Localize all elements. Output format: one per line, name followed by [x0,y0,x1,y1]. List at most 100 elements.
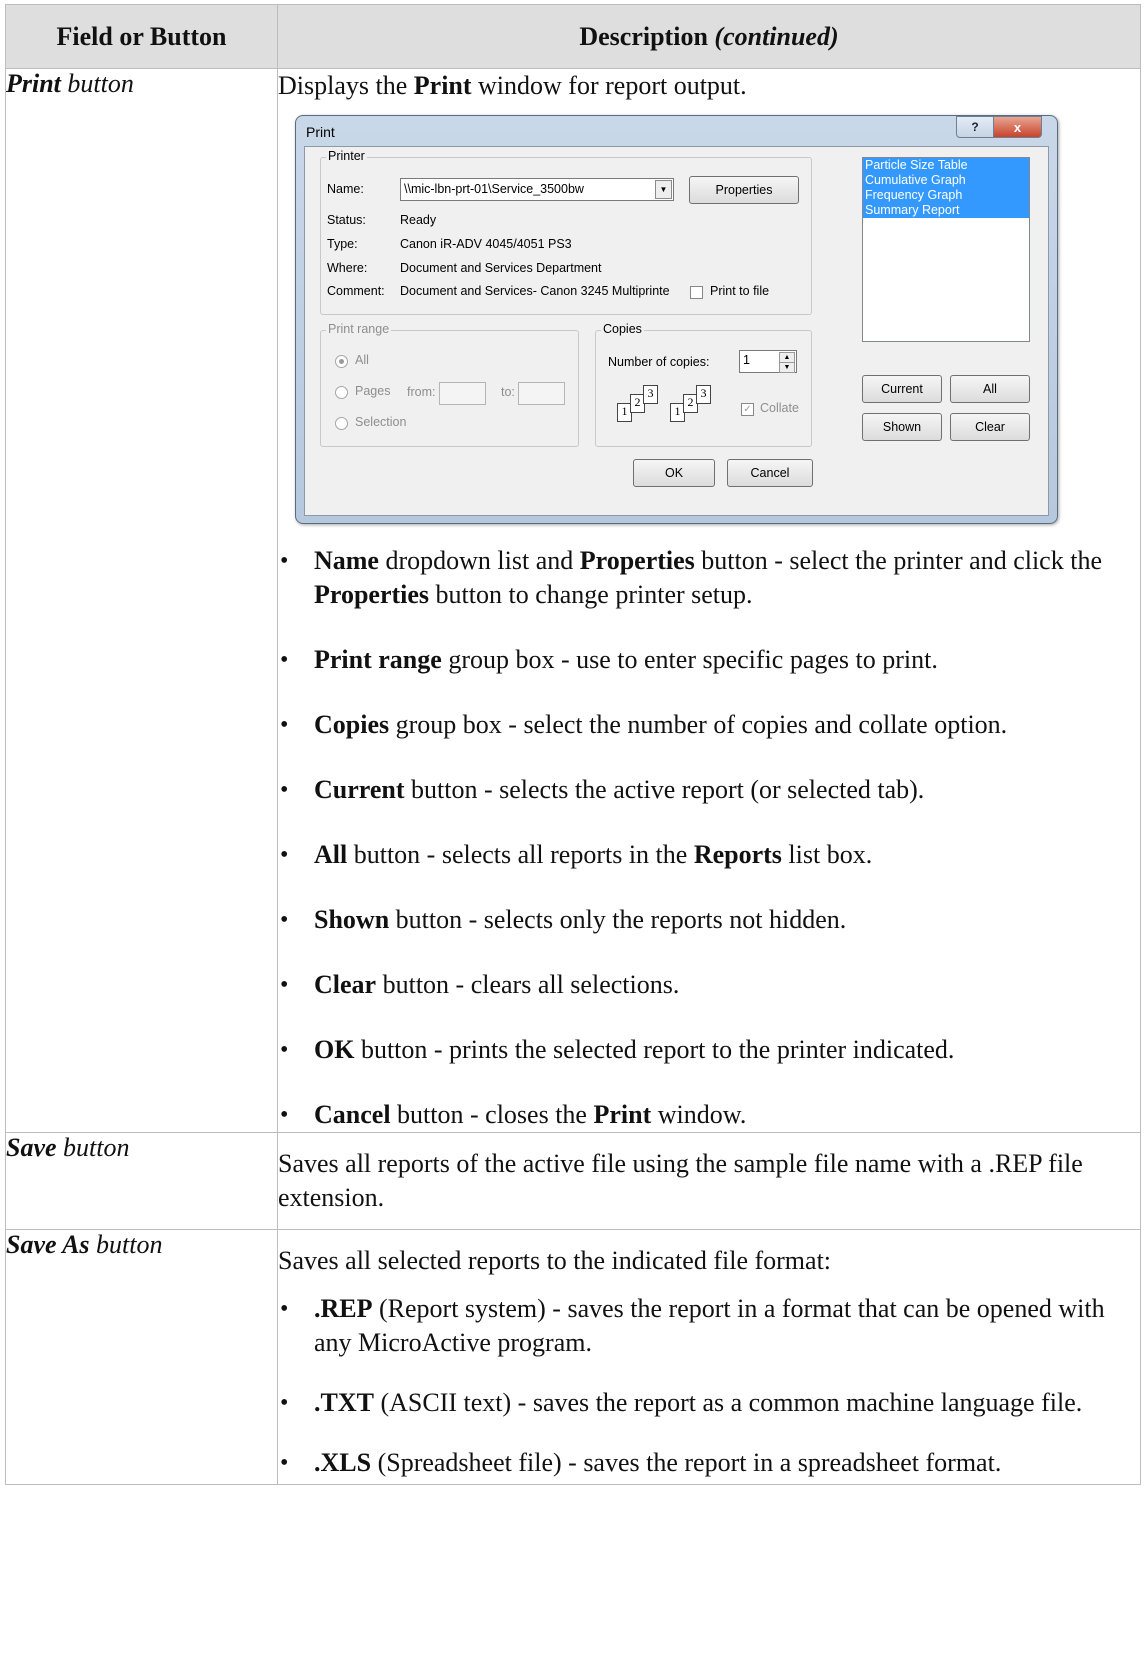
row-save-as: Save As button Saves all selected report… [5,1229,1141,1485]
list-item: Clear button - clears all selections. [278,968,1140,1002]
item-text: button - prints the selected report to t… [354,1035,955,1064]
row-save: Save button Saves all reports of the act… [5,1132,1141,1230]
bold-term: .XLS [314,1448,372,1477]
name-label: Name: [327,182,364,196]
collate-checkbox[interactable]: ✓ [741,403,754,416]
list-item: .REP (Report system) - saves the report … [278,1292,1140,1360]
comment-label: Comment: [327,284,385,298]
bold-term: Current [314,775,405,804]
copies-value: 1 [743,353,750,367]
bold-term: .REP [314,1294,373,1323]
printer-name-dropdown[interactable]: \\mic-lbn-prt-01\Service_3500bw ▼ [400,178,674,201]
dialog-client: Printer Name: \\mic-lbn-prt-01\Service_3… [304,146,1049,516]
field-suffix: button [56,1133,130,1162]
list-item: OK button - prints the selected report t… [278,1033,1140,1067]
bold-term: Cancel [314,1100,391,1129]
item-text: button - select the printer and click th… [694,546,1102,575]
print-to-file-checkbox[interactable] [690,286,703,299]
shown-button[interactable]: Shown [862,413,942,441]
item-text: group box - use to enter specific pages … [441,645,938,674]
row-print: Print button Displays the Print window f… [5,68,1141,1133]
save-description: Saves all reports of the active file usi… [278,1149,1083,1212]
list-item: Name dropdown list and Properties button… [278,544,1140,612]
dialog-title: Print [306,124,335,140]
print-dialog-screenshot: Print ? x Printer Name: \\mic-lbn-prt-01… [295,115,1058,524]
printer-group-caption: Printer [326,149,367,163]
header-description: Description (continued) [277,4,1141,69]
field-suffix: button [89,1230,163,1259]
range-from-input[interactable] [439,382,486,405]
field-suffix: button [60,69,134,98]
close-icon[interactable]: x [993,116,1042,138]
report-list-item[interactable]: Cumulative Graph [863,173,1029,188]
list-item: .XLS (Spreadsheet file) - saves the repo… [278,1446,1140,1480]
field-print: Print button [5,68,278,1133]
copies-spinner[interactable]: 1 ▲ ▼ [739,350,797,373]
status-label: Status: [327,213,366,227]
report-list-item[interactable]: Particle Size Table [863,158,1029,173]
bold-term: Shown [314,905,390,934]
copies-label: Number of copies: [608,355,710,369]
all-button[interactable]: All [950,375,1030,403]
clear-button[interactable]: Clear [950,413,1030,441]
list-item: .TXT (ASCII text) - saves the report as … [278,1386,1140,1420]
save-as-lead: Saves all selected reports to the indica… [278,1246,832,1275]
ok-button[interactable]: OK [633,459,715,487]
help-icon[interactable]: ? [956,116,994,138]
range-selection-radio[interactable] [335,417,348,430]
lead-text: Displays the [278,71,414,100]
desc-save-as: Saves all selected reports to the indica… [277,1229,1141,1485]
field-name: Print [6,69,61,98]
comment-value: Document and Services- Canon 3245 Multip… [400,284,670,298]
item-text: window. [651,1100,747,1129]
list-item: Copies group box - select the number of … [278,708,1140,742]
item-text: dropdown list and [378,546,580,575]
bold-term: OK [314,1035,355,1064]
print-range-caption: Print range [326,322,392,336]
reports-listbox[interactable]: Particle Size Table Cumulative Graph Fre… [862,157,1030,342]
collate-label: Collate [760,401,799,415]
print-bullet-list: Name dropdown list and Properties button… [278,544,1140,1132]
save-as-bullet-list: .REP (Report system) - saves the report … [278,1292,1140,1480]
header-field: Field or Button [5,4,278,69]
desc-print: Displays the Print window for report out… [277,68,1141,1133]
bold-term: Clear [314,970,377,999]
desc-save: Saves all reports of the active file usi… [277,1132,1141,1230]
range-all-radio[interactable] [335,355,348,368]
properties-button[interactable]: Properties [689,176,799,204]
item-text: button - selects the active report (or s… [404,775,925,804]
current-button[interactable]: Current [862,375,942,403]
bold-term: Copies [314,710,390,739]
report-list-item[interactable]: Frequency Graph [863,188,1029,203]
item-text: (ASCII text) - saves the report as a com… [373,1388,1083,1417]
header-continued: (continued) [714,21,839,51]
item-text: group box - select the number of copies … [389,710,1008,739]
reference-table: Field or Button Description (continued) … [5,4,1141,1485]
range-to-input[interactable] [518,382,565,405]
range-to-label: to: [501,385,515,399]
range-pages-label: Pages [355,384,391,398]
item-text: button - clears all selections. [376,970,680,999]
header-description-text: Description [579,21,708,51]
field-name: Save [6,1133,57,1162]
report-list-item[interactable]: Summary Report [863,203,1029,218]
bold-term: Properties [314,580,430,609]
item-text: button - selects all reports in the [347,840,694,869]
bold-term: All [314,840,348,869]
print-lead: Displays the Print window for report out… [278,69,1140,103]
type-label: Type: [327,237,358,251]
list-item: Shown button - selects only the reports … [278,903,1140,937]
bold-term: Name [314,546,379,575]
bold-term: Reports [693,840,782,869]
range-pages-radio[interactable] [335,386,348,399]
spin-down-icon[interactable]: ▼ [779,362,795,373]
bold-term: .TXT [314,1388,374,1417]
page-icon: 3 [696,385,711,404]
chevron-down-icon[interactable]: ▼ [655,180,672,199]
page-icon: 3 [643,385,658,404]
field-save: Save button [5,1132,278,1230]
printer-name-value: \\mic-lbn-prt-01\Service_3500bw [404,182,584,196]
where-label: Where: [327,261,368,275]
list-item: Cancel button - closes the Print window. [278,1098,1140,1132]
cancel-button[interactable]: Cancel [727,459,813,487]
